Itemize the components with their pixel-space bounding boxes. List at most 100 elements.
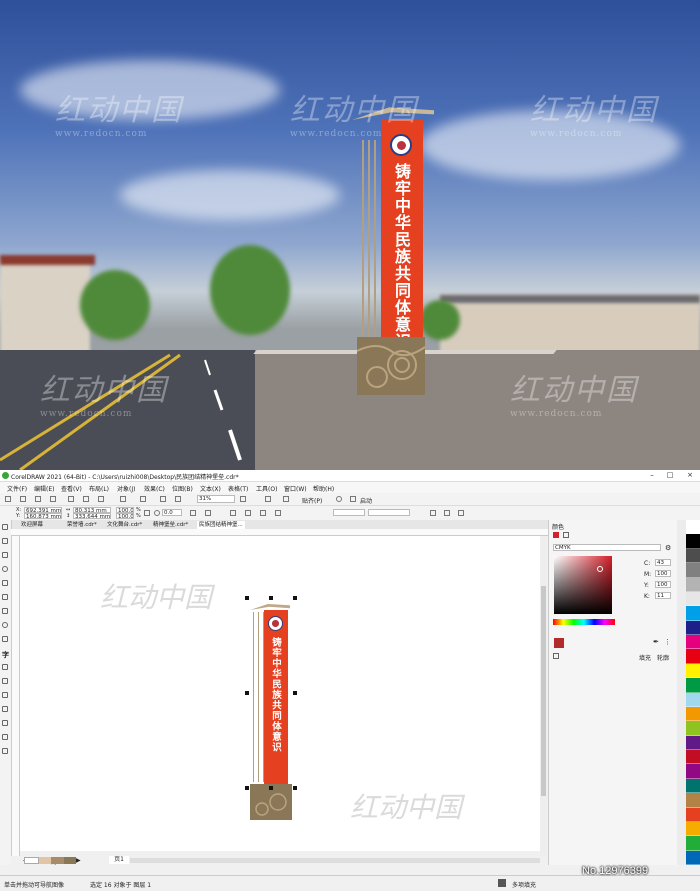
arrow-end-icon[interactable] bbox=[444, 510, 450, 516]
color-picker-area[interactable] bbox=[554, 556, 612, 614]
color-palette[interactable] bbox=[686, 520, 700, 865]
selection-handle[interactable] bbox=[245, 596, 249, 600]
horizontal-scrollbar[interactable] bbox=[130, 858, 540, 863]
menu-view[interactable]: 查看(V) bbox=[61, 484, 82, 493]
selection-handle[interactable] bbox=[245, 786, 249, 790]
outline-style-select[interactable] bbox=[368, 509, 410, 516]
text-tool-icon[interactable]: 字 bbox=[2, 650, 9, 659]
last-page-icon[interactable]: ▶ bbox=[76, 857, 81, 864]
open-icon[interactable] bbox=[20, 496, 26, 502]
full-screen-icon[interactable] bbox=[240, 496, 246, 502]
freehand-tool-icon[interactable] bbox=[2, 580, 8, 586]
scale-height-input[interactable]: 100.0 bbox=[116, 513, 134, 519]
menu-edit[interactable]: 编辑(E) bbox=[34, 484, 54, 493]
menu-window[interactable]: 窗口(W) bbox=[284, 484, 307, 493]
new-icon[interactable] bbox=[5, 496, 11, 502]
arrow-start-icon[interactable] bbox=[430, 510, 436, 516]
menu-tools[interactable]: 工具(O) bbox=[256, 484, 277, 493]
y-position-input[interactable]: 160.873 mm bbox=[24, 513, 62, 519]
vertical-ruler[interactable] bbox=[12, 536, 20, 856]
snap-to-button[interactable]: 贴齐(P) bbox=[302, 496, 322, 505]
tab-welcome[interactable]: 欢迎屏幕 bbox=[19, 521, 45, 529]
close-button[interactable]: × bbox=[682, 471, 698, 479]
artistic-media-icon[interactable] bbox=[2, 594, 8, 600]
docker-settings-icon[interactable]: ⚙ bbox=[665, 544, 671, 552]
y-input[interactable]: 100 bbox=[655, 581, 671, 588]
grid-icon[interactable] bbox=[283, 496, 289, 502]
tab-culture-stage[interactable]: 文化舞台.cdr* bbox=[105, 521, 144, 529]
transparency-icon[interactable] bbox=[2, 706, 8, 712]
scrollbar-thumb[interactable] bbox=[541, 586, 546, 796]
tab-spiritual-fortress[interactable]: 精神堡垒.cdr* bbox=[151, 521, 190, 529]
print-icon[interactable] bbox=[50, 496, 56, 502]
no-color-icon[interactable] bbox=[553, 653, 559, 659]
zoom-tool-icon[interactable] bbox=[2, 566, 8, 572]
color-viewer-icon[interactable] bbox=[563, 532, 569, 538]
selection-handle[interactable] bbox=[293, 596, 297, 600]
connector-tool-icon[interactable] bbox=[2, 678, 8, 684]
document-palette[interactable] bbox=[24, 857, 76, 864]
selection-handle[interactable] bbox=[293, 786, 297, 790]
hue-slider[interactable] bbox=[553, 619, 615, 625]
menu-bitmaps[interactable]: 位图(B) bbox=[172, 484, 193, 493]
minimize-button[interactable]: – bbox=[644, 471, 660, 479]
launch-icon[interactable] bbox=[350, 496, 356, 502]
fill-button[interactable]: 填充 bbox=[639, 653, 651, 662]
zoom-select[interactable]: 31% bbox=[197, 495, 235, 503]
horizontal-ruler[interactable] bbox=[11, 529, 551, 536]
selection-handle[interactable] bbox=[245, 691, 249, 695]
pick-tool-icon[interactable] bbox=[2, 524, 8, 530]
export-icon[interactable] bbox=[175, 496, 181, 502]
menu-object[interactable]: 对象(J) bbox=[117, 484, 135, 493]
interactive-fill-icon[interactable] bbox=[2, 734, 8, 740]
picker-marker[interactable] bbox=[597, 566, 603, 572]
maximize-button[interactable]: □ bbox=[662, 471, 678, 479]
menu-table[interactable]: 表格(T) bbox=[228, 484, 248, 493]
docker-tabs[interactable] bbox=[677, 520, 686, 865]
mirror-v-icon[interactable] bbox=[205, 510, 211, 516]
menu-text[interactable]: 文本(X) bbox=[200, 484, 221, 493]
trim-icon[interactable] bbox=[275, 510, 281, 516]
rulers-icon[interactable] bbox=[265, 496, 271, 502]
outline-button[interactable]: 轮廓 bbox=[657, 653, 669, 662]
rotate-icon[interactable] bbox=[154, 510, 160, 516]
paste-icon[interactable] bbox=[98, 496, 104, 502]
group-icon[interactable] bbox=[230, 510, 236, 516]
save-icon[interactable] bbox=[35, 496, 41, 502]
angle-input[interactable]: 0.0 bbox=[162, 509, 182, 516]
color-model-select[interactable]: CMYK bbox=[553, 544, 661, 551]
tab-honor-wall[interactable]: 荣誉墙.cdr* bbox=[65, 521, 99, 529]
cut-icon[interactable] bbox=[68, 496, 74, 502]
selection-handle[interactable] bbox=[293, 691, 297, 695]
lock-ratio-icon[interactable] bbox=[144, 510, 150, 516]
page-tab[interactable]: 页1 bbox=[109, 856, 129, 864]
import-icon[interactable] bbox=[160, 496, 166, 502]
options-icon[interactable]: ⋮ bbox=[664, 638, 671, 646]
copy-icon[interactable] bbox=[83, 496, 89, 502]
weld-icon[interactable] bbox=[260, 510, 266, 516]
fill-select[interactable] bbox=[333, 509, 365, 516]
rectangle-tool-icon[interactable] bbox=[2, 608, 8, 614]
crop-tool-icon[interactable] bbox=[2, 552, 8, 558]
parallel-dimension-icon[interactable] bbox=[2, 664, 8, 670]
k-input[interactable]: 11 bbox=[655, 592, 671, 599]
menu-effects[interactable]: 效果(C) bbox=[144, 484, 165, 493]
eyedropper-icon[interactable]: ✒ bbox=[653, 638, 659, 646]
ellipse-tool-icon[interactable] bbox=[2, 622, 8, 628]
selection-handle[interactable] bbox=[269, 596, 273, 600]
drop-shadow-icon[interactable] bbox=[2, 692, 8, 698]
wrap-text-icon[interactable] bbox=[458, 510, 464, 516]
m-input[interactable]: 100 bbox=[655, 570, 671, 577]
menu-file[interactable]: 文件(F) bbox=[7, 484, 27, 493]
ungroup-icon[interactable] bbox=[245, 510, 251, 516]
menu-layout[interactable]: 布局(L) bbox=[89, 484, 109, 493]
polygon-tool-icon[interactable] bbox=[2, 636, 8, 642]
height-input[interactable]: 333.644 mm bbox=[73, 513, 111, 519]
tab-ethnic-unity-fortress[interactable]: 民族团结精神堡... bbox=[197, 521, 245, 529]
smart-fill-icon[interactable] bbox=[2, 748, 8, 754]
color-eyedropper-icon[interactable] bbox=[553, 532, 559, 538]
launch-button[interactable]: 启动 bbox=[360, 496, 372, 505]
vertical-scrollbar[interactable] bbox=[540, 536, 547, 856]
c-input[interactable]: 43 bbox=[655, 559, 671, 566]
menu-help[interactable]: 帮助(H) bbox=[313, 484, 334, 493]
